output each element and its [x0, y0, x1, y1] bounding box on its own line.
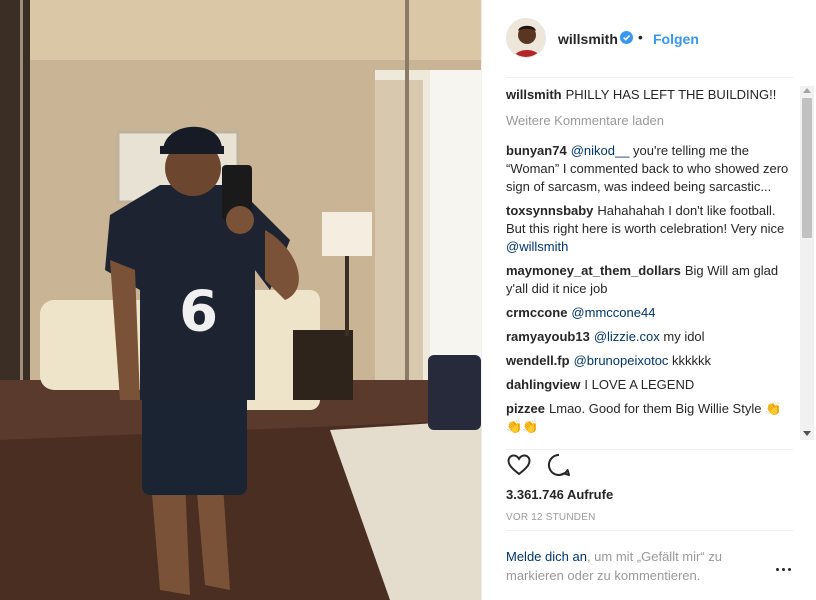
- comment-mention[interactable]: @mmccone44: [571, 305, 655, 320]
- header-divider: [506, 77, 793, 78]
- video-frame-illustration: 9: [0, 0, 481, 600]
- actions-divider: [506, 449, 793, 450]
- comment-username[interactable]: dahlingview: [506, 377, 580, 392]
- comment-bubble-icon[interactable]: [546, 452, 572, 478]
- scroll-down-arrow-icon[interactable]: [803, 431, 811, 436]
- post-video[interactable]: 9: [0, 0, 481, 600]
- comment-text: my idol: [659, 329, 705, 344]
- post-author-username[interactable]: willsmith: [558, 31, 618, 47]
- comment-item: maymoney_at_them_dollars Big Will am glad…: [506, 262, 793, 298]
- post-timestamp[interactable]: VOR 12 STUNDEN: [506, 512, 596, 523]
- avatar-image: [507, 19, 545, 57]
- comment-username[interactable]: maymoney_at_them_dollars: [506, 263, 681, 278]
- footer-divider: [506, 530, 793, 531]
- comment-username[interactable]: crmccone: [506, 305, 567, 320]
- caption-username[interactable]: willsmith: [506, 87, 562, 102]
- comments-scrollbar[interactable]: [800, 86, 814, 440]
- comment-mention[interactable]: @willsmith: [506, 239, 568, 254]
- comment-username[interactable]: bunyan74: [506, 143, 567, 158]
- more-options-icon[interactable]: [776, 565, 794, 575]
- comment-username[interactable]: toxsynnsbaby: [506, 203, 593, 218]
- verified-badge-icon: [620, 31, 633, 44]
- post-actions: [506, 452, 793, 482]
- post-caption: willsmith PHILLY HAS LEFT THE BUILDING!!: [506, 86, 793, 104]
- comment-item: pizzee Lmao. Good for them Big Willie Sty…: [506, 400, 793, 436]
- comment-username[interactable]: pizzee: [506, 401, 545, 416]
- separator-dot: •: [638, 29, 643, 45]
- follow-button[interactable]: Folgen: [653, 31, 699, 47]
- comment-item: wendell.fp @brunopeixotoc kkkkkk: [506, 352, 793, 370]
- load-more-comments-button[interactable]: Weitere Kommentare laden: [506, 112, 793, 130]
- comment-text: I LOVE A LEGEND: [584, 377, 695, 392]
- comment-mention[interactable]: @nikod__: [571, 143, 630, 158]
- caption-text: PHILLY HAS LEFT THE BUILDING!!: [565, 87, 777, 102]
- comment-mention[interactable]: @lizzie.cox: [594, 329, 660, 344]
- scroll-up-arrow-icon[interactable]: [803, 88, 811, 93]
- comment-mention[interactable]: @brunopeixotoc: [574, 353, 669, 368]
- comment-item: toxsynnsbaby Hahahahah I don't like footb…: [506, 202, 793, 256]
- svg-text:9: 9: [179, 276, 218, 341]
- comment-item: bunyan74 @nikod__ you're telling me the “…: [506, 142, 793, 196]
- login-prompt: Melde dich an, um mit „Gefällt mir“ zu m…: [506, 547, 768, 585]
- comment-text: kkkkkk: [668, 353, 712, 368]
- heart-icon[interactable]: [506, 452, 532, 478]
- comment-item: crmccone @mmccone44: [506, 304, 793, 322]
- comment-item: dahlingview I LOVE A LEGEND: [506, 376, 793, 394]
- scrollbar-thumb[interactable]: [802, 98, 812, 238]
- avatar[interactable]: [506, 18, 546, 58]
- comment-text: Lmao. Good for them Big Willie Style 👏👏👏: [506, 401, 782, 434]
- comments-list: willsmith PHILLY HAS LEFT THE BUILDING!! …: [506, 86, 793, 440]
- view-count: 3.361.746 Aufrufe: [506, 487, 614, 502]
- comment-item: ramyayoub13 @lizzie.cox my idol: [506, 328, 793, 346]
- post-header: willsmith • Folgen: [482, 0, 816, 76]
- comment-username[interactable]: ramyayoub13: [506, 329, 590, 344]
- post-side-panel: willsmith • Folgen willsmith PHILLY HAS L…: [481, 0, 816, 600]
- login-link[interactable]: Melde dich an: [506, 549, 587, 564]
- comment-username[interactable]: wendell.fp: [506, 353, 570, 368]
